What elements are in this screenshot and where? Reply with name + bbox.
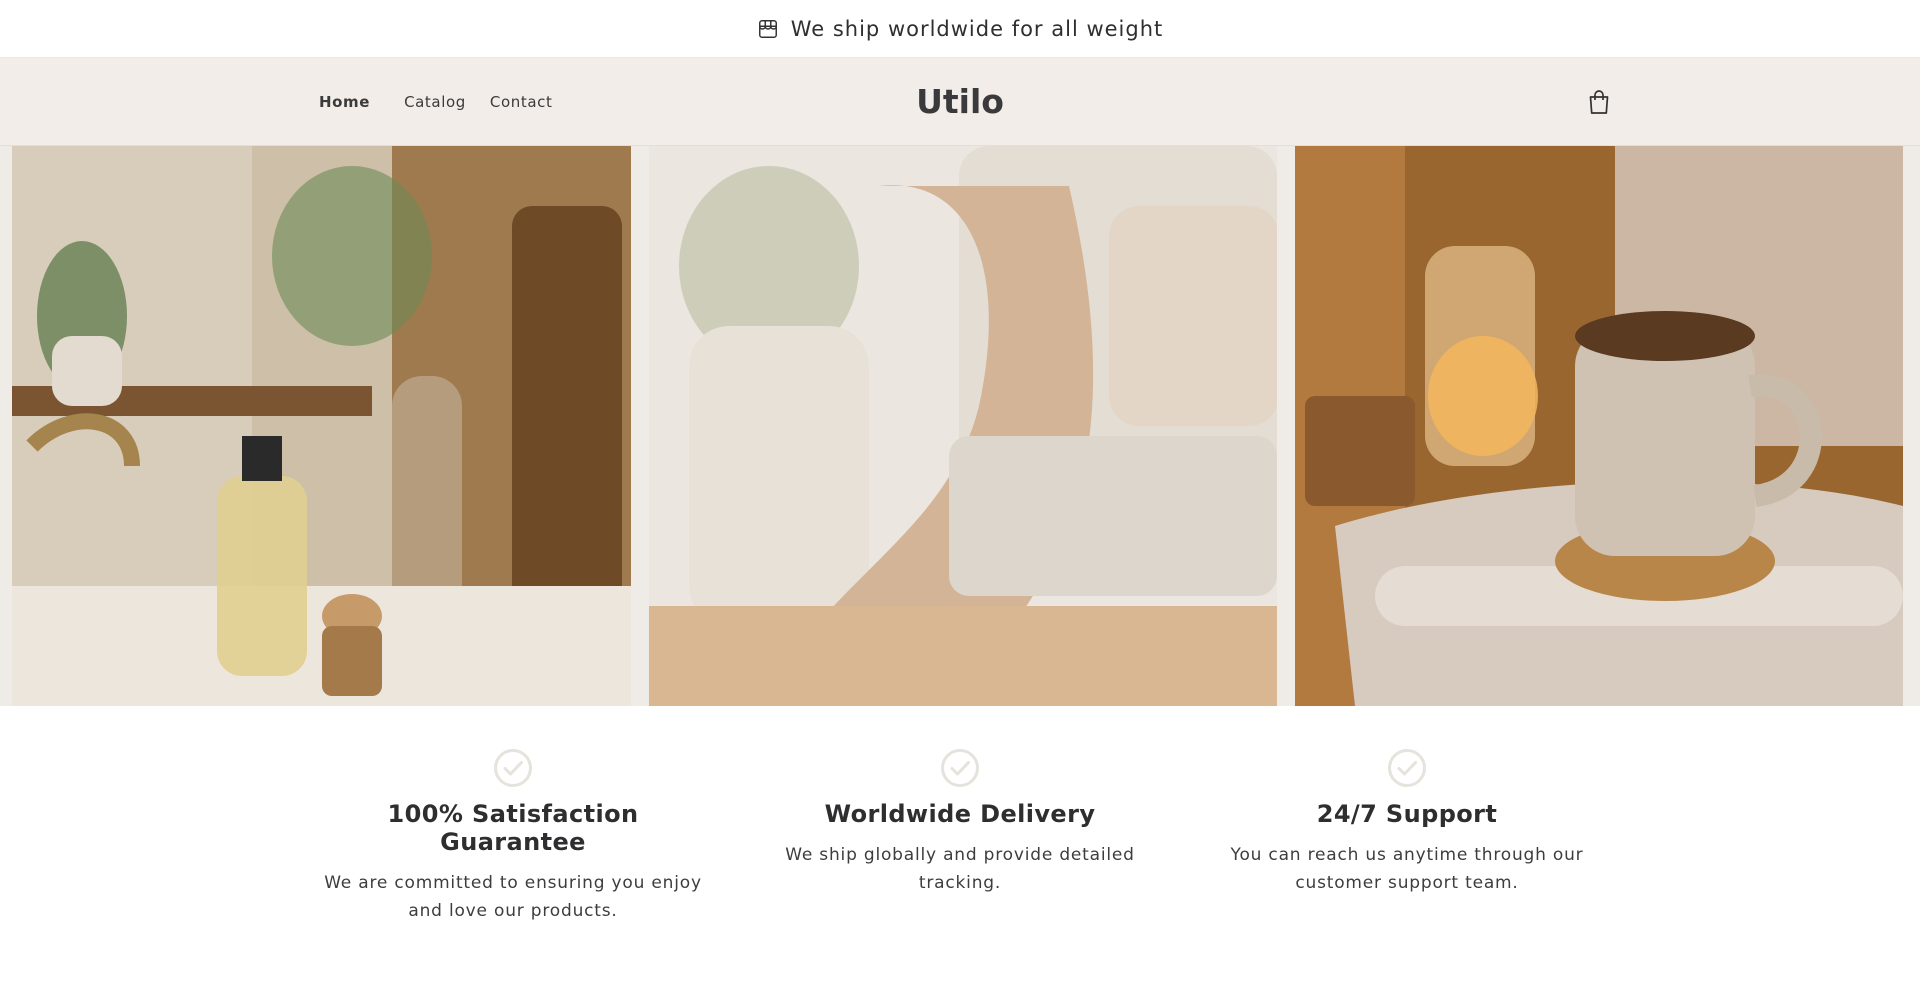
feature-text: We are committed to ensuring you enjoy a…: [324, 873, 702, 921]
main-nav: Home Catalog Contact: [319, 58, 576, 146]
shopping-bag-icon[interactable]: [1587, 89, 1611, 115]
feature-delivery: Worldwide Delivery We ship globally and …: [760, 748, 1160, 897]
announcement-text: We ship worldwide for all weight: [790, 16, 1164, 41]
sofa-throw-image: [649, 146, 1277, 706]
feature-support: 24/7 Support You can reach us anytime th…: [1207, 748, 1607, 897]
nav-contact-link[interactable]: Contact: [490, 93, 553, 111]
feature-title: 100% Satisfaction Guarantee: [387, 800, 639, 856]
feature-title: Worldwide Delivery: [824, 800, 1096, 828]
site-logo[interactable]: Utilo: [0, 58, 1920, 146]
check-circle-icon: [494, 749, 532, 787]
feature-text: You can reach us anytime through our cus…: [1230, 845, 1584, 893]
feature-text: We ship globally and provide detailed tr…: [785, 845, 1135, 893]
feature-title: 24/7 Support: [1316, 800, 1498, 828]
bathroom-vanity-image: [12, 146, 631, 706]
check-circle-icon: [1388, 749, 1426, 787]
site-header: Home Catalog Contact Utilo: [0, 58, 1920, 146]
features-section: 100% Satisfaction Guarantee We are commi…: [0, 706, 1920, 993]
hero-gallery: [0, 146, 1920, 706]
check-circle-icon: [941, 749, 979, 787]
nav-catalog-link[interactable]: Catalog: [404, 93, 466, 111]
nav-home-link[interactable]: Home: [319, 93, 370, 111]
feature-satisfaction: 100% Satisfaction Guarantee We are commi…: [313, 748, 713, 925]
announcement-bar: We ship worldwide for all weight: [0, 0, 1920, 58]
mug-towels-image: [1295, 146, 1903, 706]
store-icon: [758, 19, 777, 38]
